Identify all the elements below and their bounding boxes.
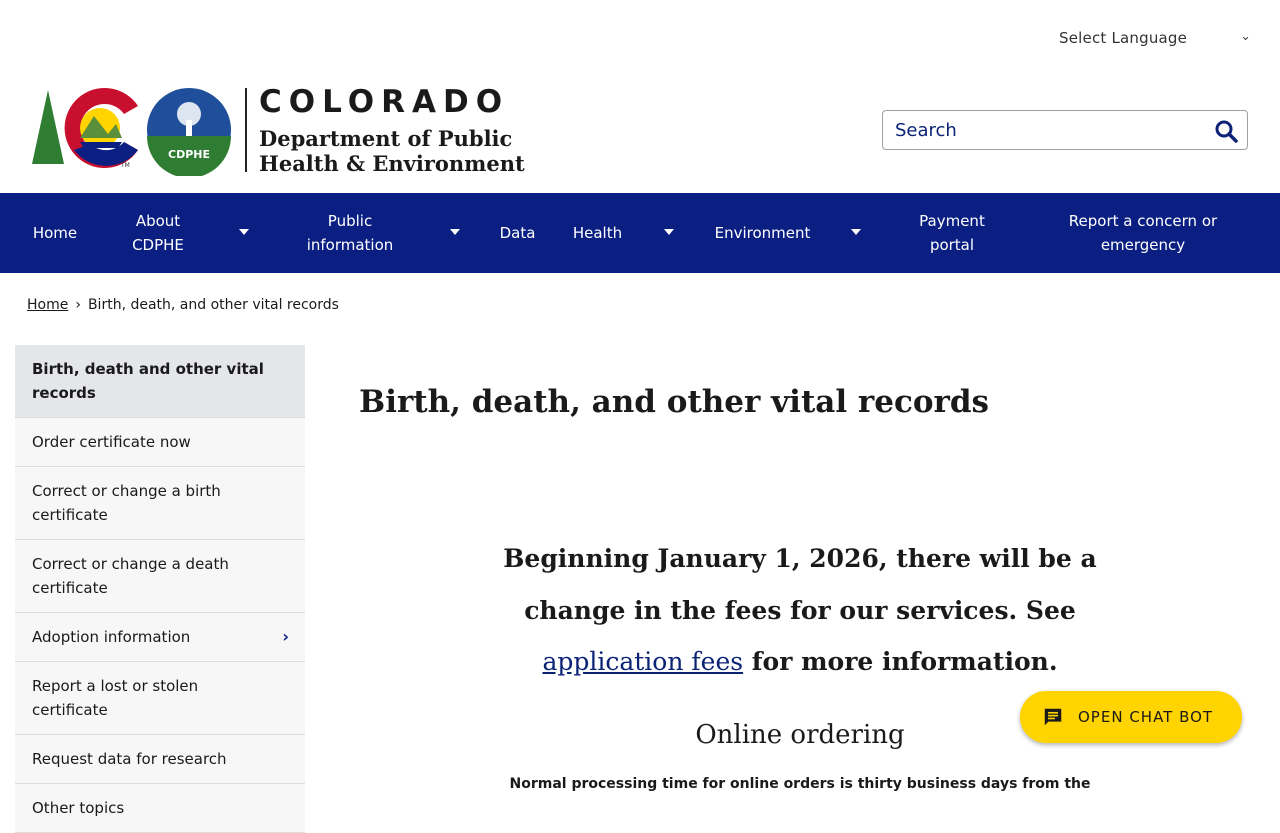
search-icon[interactable] bbox=[1214, 119, 1238, 143]
application-fees-link[interactable]: application fees bbox=[542, 647, 743, 676]
sidebar-item-label: Birth, death and other vital records bbox=[32, 360, 264, 402]
sidebar-item-order-certificate[interactable]: Order certificate now bbox=[15, 418, 305, 467]
processing-time-paragraph: Normal processing time for online orders… bbox=[509, 776, 1091, 792]
nav-dropdown-caret-icon[interactable] bbox=[664, 229, 674, 235]
nav-item-environment[interactable]: Environment bbox=[705, 193, 820, 273]
top-bar: Select Language ⌄ bbox=[0, 0, 1280, 70]
breadcrumb: Home › Birth, death, and other vital recor… bbox=[27, 297, 339, 313]
cdphe-logo[interactable]: TM CDPHE COLORADO Department of Public H… bbox=[28, 84, 528, 180]
chevron-down-icon: ⌄ bbox=[1240, 29, 1251, 44]
nav-item-health[interactable]: Health bbox=[560, 193, 635, 273]
sidebar-item-vital-records[interactable]: Birth, death and other vital records bbox=[15, 345, 305, 418]
colorado-logo-icon bbox=[32, 88, 231, 178]
sidebar-navigation: Birth, death and other vital records Ord… bbox=[15, 345, 305, 833]
page-title: Birth, death, and other vital records bbox=[359, 384, 989, 420]
nav-dropdown-caret-icon[interactable] bbox=[239, 229, 249, 235]
sidebar-item-change-death-certificate[interactable]: Correct or change a death certificate bbox=[15, 540, 305, 613]
breadcrumb-separator: › bbox=[75, 297, 81, 313]
breadcrumb-home-link[interactable]: Home bbox=[27, 297, 68, 313]
sidebar-item-adoption-information[interactable]: Adoption information › bbox=[15, 613, 305, 662]
main-navigation: Home About CDPHE Public information Data… bbox=[0, 193, 1280, 273]
language-select-label: Select Language bbox=[1059, 29, 1188, 47]
nav-item-report-concern[interactable]: Report a concern or emergency bbox=[1060, 193, 1226, 273]
logo-department-line2: Health & Environment bbox=[259, 151, 525, 176]
fee-change-notice: Beginning January 1, 2026, there will be… bbox=[500, 533, 1100, 688]
sidebar-item-label: Other topics bbox=[32, 799, 125, 817]
online-ordering-heading: Online ordering bbox=[695, 720, 905, 750]
chat-icon bbox=[1044, 708, 1062, 726]
language-select[interactable]: Select Language ⌄ bbox=[1047, 26, 1257, 50]
nav-item-home[interactable]: Home bbox=[20, 193, 90, 273]
notice-text-after: for more information. bbox=[743, 647, 1058, 676]
logo-divider bbox=[245, 88, 247, 172]
sidebar-item-report-lost-certificate[interactable]: Report a lost or stolen certificate bbox=[15, 662, 305, 735]
chat-bot-label: OPEN CHAT BOT bbox=[1078, 708, 1214, 726]
nav-dropdown-caret-icon[interactable] bbox=[851, 229, 861, 235]
breadcrumb-current: Birth, death, and other vital records bbox=[87, 297, 339, 313]
nav-item-data[interactable]: Data bbox=[490, 193, 545, 273]
logo-department-line1: Department of Public bbox=[259, 126, 513, 151]
search-input[interactable] bbox=[883, 111, 1227, 149]
sidebar-item-label: Correct or change a birth certificate bbox=[32, 482, 221, 524]
sidebar-item-label: Report a lost or stolen certificate bbox=[32, 677, 199, 719]
sidebar-item-label: Request data for research bbox=[32, 750, 227, 768]
sidebar-item-change-birth-certificate[interactable]: Correct or change a birth certificate bbox=[15, 467, 305, 540]
sidebar-item-other-topics[interactable]: Other topics bbox=[15, 784, 305, 833]
sidebar-item-label: Adoption information bbox=[32, 628, 191, 646]
logo-badge-text: CDPHE bbox=[168, 148, 210, 161]
trademark-mark: TM bbox=[121, 162, 130, 169]
nav-dropdown-caret-icon[interactable] bbox=[450, 229, 460, 235]
chevron-right-icon[interactable]: › bbox=[282, 625, 289, 649]
sidebar-item-label: Correct or change a death certificate bbox=[32, 555, 229, 597]
logo-department-name: Department of Public Health & Environmen… bbox=[259, 126, 525, 176]
notice-text-before: Beginning January 1, 2026, there will be… bbox=[503, 544, 1097, 625]
sidebar-item-label: Order certificate now bbox=[32, 433, 191, 451]
logo-state-name: COLORADO bbox=[259, 84, 510, 120]
nav-item-payment-portal[interactable]: Payment portal bbox=[907, 193, 997, 273]
sidebar-item-request-research-data[interactable]: Request data for research bbox=[15, 735, 305, 784]
nav-item-about-cdphe[interactable]: About CDPHE bbox=[118, 193, 198, 273]
nav-item-public-information[interactable]: Public information bbox=[290, 193, 410, 273]
open-chat-bot-button[interactable]: OPEN CHAT BOT bbox=[1020, 691, 1242, 743]
search-box bbox=[882, 110, 1248, 150]
